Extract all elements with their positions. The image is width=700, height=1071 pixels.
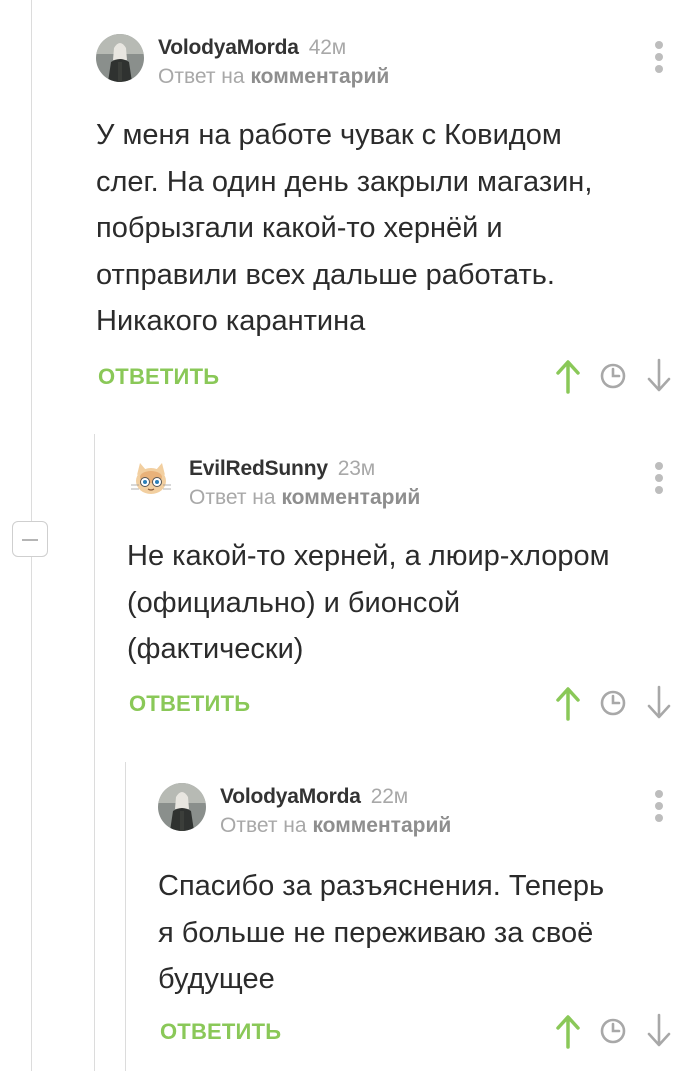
reply-button[interactable]: ОТВЕТИТЬ — [129, 691, 250, 717]
reply-to-link[interactable]: комментарий — [250, 65, 389, 88]
arrow-up-icon[interactable] — [553, 685, 583, 721]
reply-to-prefix: Ответ на — [189, 486, 276, 509]
comment: EvilRedSunny 23м Ответ на комментарий Не … — [127, 455, 700, 735]
reply-to-prefix: Ответ на — [158, 65, 245, 88]
comment-body: Спасибо за разъяснения. Теперь я больше … — [158, 863, 604, 1003]
avatar[interactable] — [127, 455, 175, 503]
reply-to-link[interactable]: комментарий — [281, 486, 420, 509]
author-name-text[interactable]: VolodyaMorda — [158, 36, 299, 59]
comment-time: 42м — [308, 36, 346, 59]
comment-line: будущее — [158, 963, 275, 995]
reply-to-prefix: Ответ на — [220, 814, 307, 837]
comment-line: (официально) и бионсой — [127, 586, 461, 619]
comment-line: Спасибо за разъяснения. Теперь — [158, 870, 605, 902]
clock-icon[interactable] — [598, 685, 628, 721]
author-name[interactable]: VolodyaMorda 42м — [158, 36, 346, 60]
thread-line-level-1 — [94, 434, 95, 1071]
clock-icon[interactable] — [598, 1013, 628, 1049]
arrow-up-icon[interactable] — [553, 1013, 583, 1049]
comment-line: слег. На один день закрыли магазин, — [96, 165, 593, 198]
comment-time: 23м — [337, 457, 375, 480]
clock-icon[interactable] — [598, 358, 628, 394]
comment-line: (фактически) — [127, 633, 304, 665]
comment-line: побрызгали какой-то хернёй и — [96, 212, 503, 244]
comment: VolodyaMorda 22м Ответ на комментарий Спа… — [158, 783, 700, 1063]
comment-line: Не какой-то херней, а люир-хлором — [127, 540, 610, 572]
reply-to: Ответ на комментарий — [220, 814, 451, 838]
more-vertical-icon[interactable] — [647, 788, 671, 824]
author-name-text[interactable]: EvilRedSunny — [189, 457, 328, 480]
comment-line: У меня на работе чувак с Ковидом — [96, 119, 562, 151]
reply-button[interactable]: ОТВЕТИТЬ — [160, 1019, 281, 1045]
comment-body: У меня на работе чувак с Ковидом слег. Н… — [96, 112, 592, 345]
reply-to-link[interactable]: комментарий — [312, 814, 451, 837]
arrow-down-icon[interactable] — [644, 1013, 674, 1049]
comment-line: отправили всех дальше работать. — [96, 258, 555, 291]
comment-time: 22м — [370, 785, 408, 808]
thread-line-level-2 — [125, 762, 126, 1071]
avatar[interactable] — [96, 34, 144, 82]
reply-to: Ответ на комментарий — [189, 486, 420, 510]
more-vertical-icon[interactable] — [647, 39, 671, 75]
reply-button[interactable]: ОТВЕТИТЬ — [98, 364, 219, 390]
author-name[interactable]: EvilRedSunny 23м — [189, 457, 375, 481]
comment-line: Никакого карантина — [96, 305, 366, 337]
arrow-up-icon[interactable] — [553, 358, 583, 394]
avatar[interactable] — [158, 783, 206, 831]
comment-line: я больше не переживаю за своё — [158, 916, 594, 949]
more-vertical-icon[interactable] — [647, 460, 671, 496]
reply-to: Ответ на комментарий — [158, 65, 389, 89]
arrow-down-icon[interactable] — [644, 685, 674, 721]
comment: VolodyaMorda 42м Ответ на комментарий У м… — [96, 34, 700, 404]
collapse-thread-button[interactable] — [12, 521, 48, 557]
comment-body: Не какой-то херней, а люир-хлором (офици… — [127, 533, 610, 673]
author-name[interactable]: VolodyaMorda 22м — [220, 785, 408, 809]
author-name-text[interactable]: VolodyaMorda — [220, 785, 361, 808]
arrow-down-icon[interactable] — [644, 358, 674, 394]
